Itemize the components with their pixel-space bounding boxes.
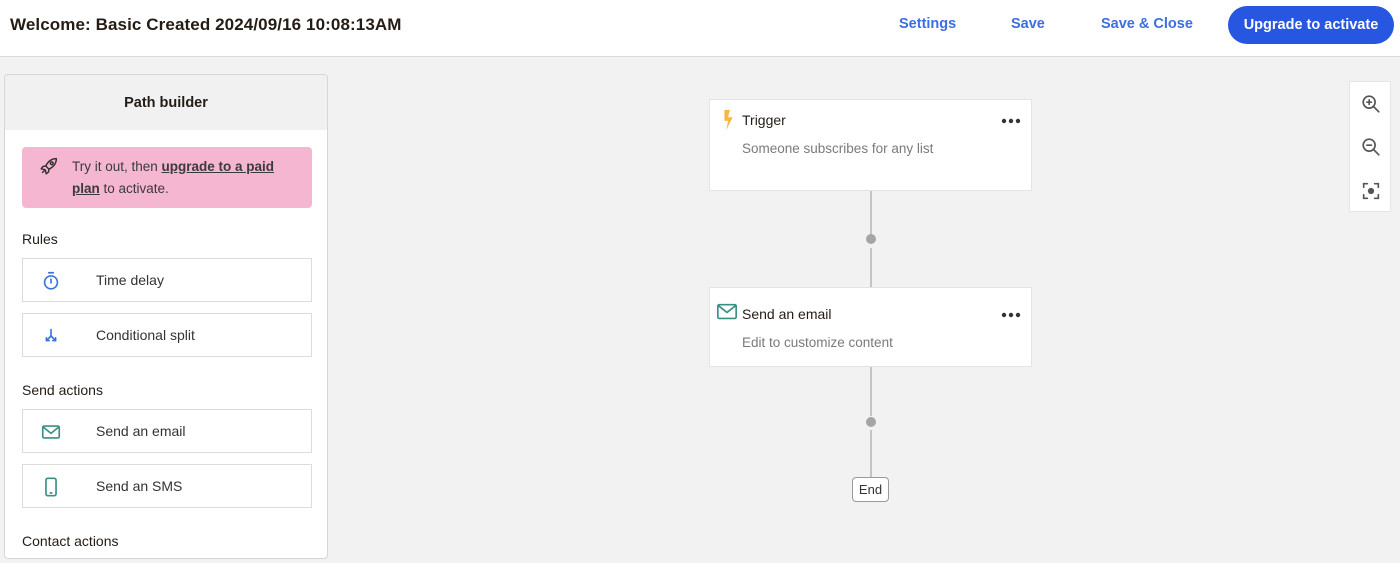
trigger-node-description: Someone subscribes for any list (742, 141, 934, 156)
promo-text-before: Try it out, then (72, 159, 162, 174)
send-email-node-description: Edit to customize content (742, 335, 893, 350)
workflow-canvas[interactable]: Trigger Someone subscribes for any list … (330, 58, 1400, 563)
section-label-send-actions: Send actions (22, 382, 103, 398)
send-email-node[interactable]: Send an email Edit to customize content (709, 287, 1032, 367)
send-email-node-title: Send an email (742, 306, 832, 322)
sidebar-item-conditional-split[interactable]: Conditional split (22, 313, 312, 357)
trigger-node[interactable]: Trigger Someone subscribes for any list (709, 99, 1032, 191)
envelope-icon (717, 303, 737, 320)
sidebar-item-time-delay[interactable]: Time delay (22, 258, 312, 302)
rocket-icon (40, 157, 58, 175)
split-icon (45, 328, 57, 342)
add-step-point[interactable] (866, 234, 876, 244)
zoom-out-icon[interactable] (1360, 136, 1382, 158)
sidebar-item-label: Send an SMS (96, 478, 183, 494)
upgrade-promo-banner: Try it out, then upgrade to a paid plan … (22, 147, 312, 208)
top-bar: Welcome: Basic Created 2024/09/16 10:08:… (0, 0, 1400, 57)
more-options-icon[interactable] (1001, 116, 1021, 126)
sidebar-item-label: Send an email (96, 423, 186, 439)
phone-icon (45, 477, 57, 497)
save-close-button[interactable]: Save & Close (1101, 16, 1193, 32)
connector-line (870, 248, 872, 288)
page-title: Welcome: Basic Created 2024/09/16 10:08:… (10, 15, 402, 34)
promo-text-after: to activate. (99, 181, 169, 196)
envelope-icon (41, 425, 61, 439)
connector-line (870, 430, 872, 477)
add-step-point[interactable] (866, 417, 876, 427)
promo-text: Try it out, then upgrade to a paid plan … (72, 156, 302, 200)
end-node: End (852, 477, 889, 502)
lightning-icon (724, 109, 733, 131)
stopwatch-icon (43, 271, 59, 290)
zoom-controls (1349, 81, 1391, 212)
sidebar-item-send-email[interactable]: Send an email (22, 409, 312, 453)
zoom-in-icon[interactable] (1360, 93, 1382, 115)
section-label-rules: Rules (22, 231, 58, 247)
upgrade-to-activate-button[interactable]: Upgrade to activate (1228, 6, 1394, 44)
trigger-node-title: Trigger (742, 112, 786, 128)
save-button[interactable]: Save (1011, 16, 1045, 32)
fit-to-screen-icon[interactable] (1360, 180, 1382, 202)
section-label-contact-actions: Contact actions (22, 533, 119, 549)
path-builder-panel: Path builder Try it out, then upgrade to… (4, 74, 328, 559)
connector-line (870, 191, 872, 234)
settings-button[interactable]: Settings (899, 16, 956, 32)
connector-line (870, 367, 872, 416)
sidebar-item-send-sms[interactable]: Send an SMS (22, 464, 312, 508)
path-builder-title: Path builder (5, 75, 327, 130)
sidebar-item-label: Conditional split (96, 327, 195, 343)
sidebar-item-label: Time delay (96, 272, 164, 288)
more-options-icon[interactable] (1001, 310, 1021, 320)
